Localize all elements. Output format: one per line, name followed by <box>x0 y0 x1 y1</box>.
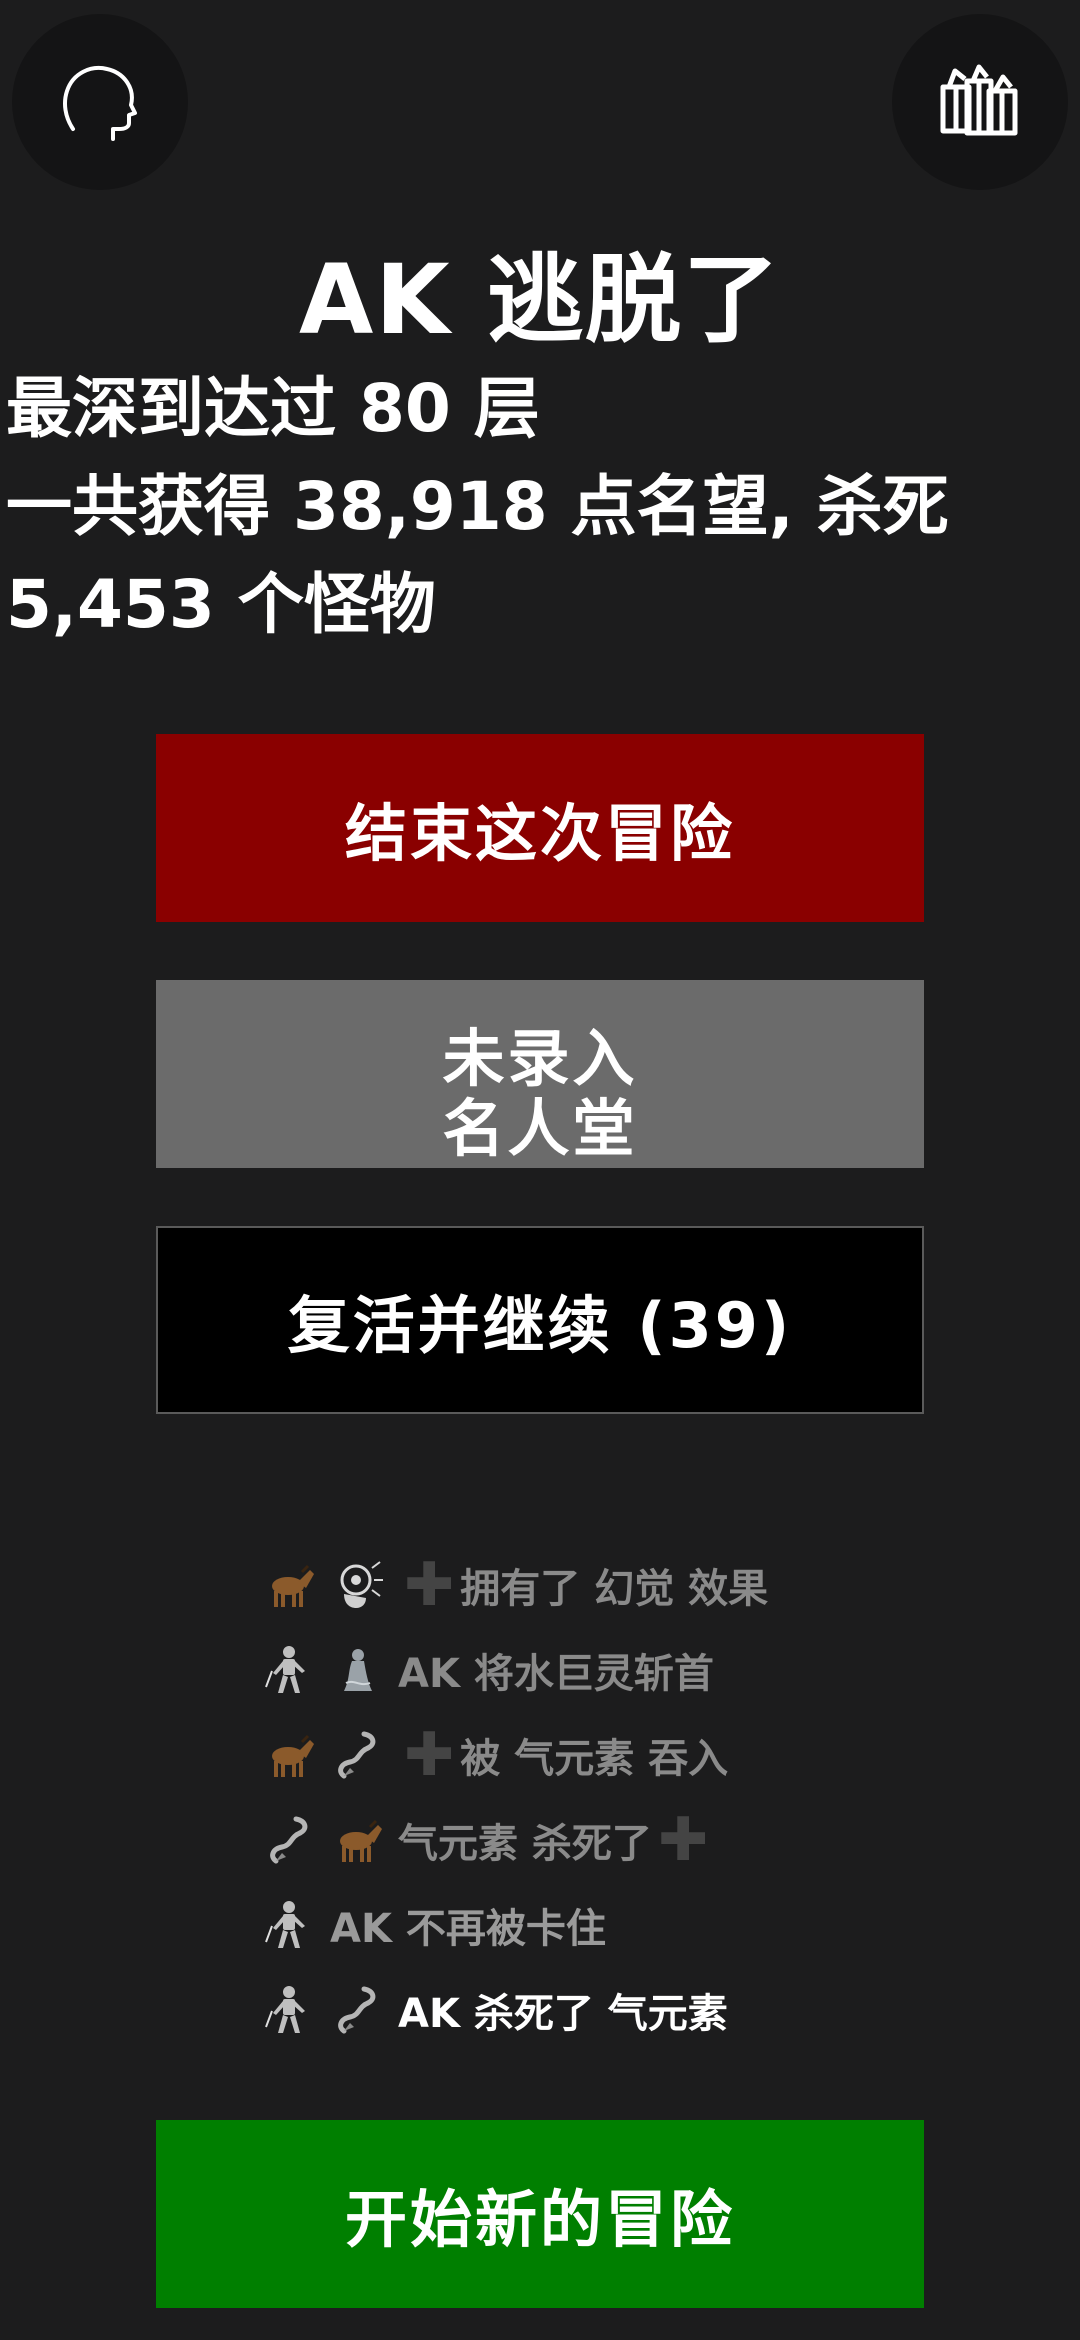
log-entry: AK 不再被卡住 <box>262 1882 882 1967</box>
knight-icon <box>262 1894 316 1956</box>
new-adventure-button[interactable]: 开始新的冒险 <box>156 2120 924 2308</box>
log-entry-text: AK 杀死了 气元素 <box>398 1990 728 2037</box>
log-entry-text: AK 将水巨灵斩首 <box>398 1650 714 1697</box>
head-profile-icon <box>63 66 137 141</box>
fame-kills-text: 一共获得 38,918 点名望, 杀死 <box>6 468 949 545</box>
log-entry: AK 杀死了 气元素 <box>262 1967 882 2052</box>
air-elemental-icon <box>262 1809 316 1871</box>
log-entry: ✚ 被 气元素 吞入 <box>262 1712 882 1797</box>
revive-continue-button[interactable]: 复活并继续 (39) <box>156 1226 924 1414</box>
log-entry-text: AK 不再被卡住 <box>330 1905 606 1952</box>
air-elemental-icon <box>330 1979 384 2041</box>
monster-count-text: 5,453 个怪物 <box>6 566 436 643</box>
page-title: AK 逃脱了 <box>298 244 782 356</box>
knight-icon <box>262 1639 316 1701</box>
deepest-floor-text: 最深到达过 80 层 <box>6 370 540 447</box>
hall-of-fame-line1: 未录入 <box>442 1022 638 1095</box>
plus-icon: ✚ <box>657 1804 709 1875</box>
log-entry: 气元素 杀死了 ✚ <box>262 1797 882 1882</box>
event-log: ✚ 拥有了 幻觉 效果 AK 将水巨灵斩首 ✚ 被 气元素 吞入 气元素 杀死了 ✚ AK 不… <box>262 1542 882 2052</box>
log-entry: AK 将水巨灵斩首 <box>262 1627 882 1712</box>
log-entry-text: 气元素 杀死了 <box>398 1820 652 1867</box>
log-entry-text: 拥有了 幻觉 效果 <box>460 1565 769 1612</box>
log-entry: ✚ 拥有了 幻觉 效果 <box>262 1542 882 1627</box>
hall-of-fame-button[interactable]: 未录入 名人堂 <box>156 980 924 1168</box>
log-entry-text: 被 气元素 吞入 <box>460 1735 729 1782</box>
knight-icon <box>262 1979 316 2041</box>
end-adventure-button[interactable]: 结束这次冒险 <box>156 734 924 922</box>
horse-icon <box>330 1809 384 1871</box>
run-summary: 最深到达过 80 层 一共获得 38,918 点名望, 杀死 5,453 个怪物 <box>6 360 1076 654</box>
gifts-button[interactable] <box>892 14 1068 190</box>
gift-boxes-icon <box>940 64 1018 136</box>
plus-icon: ✚ <box>404 1549 455 1620</box>
horse-icon <box>262 1554 316 1616</box>
plus-icon: ✚ <box>404 1719 455 1790</box>
air-elemental-icon <box>330 1724 384 1786</box>
water-elemental-icon <box>330 1639 384 1701</box>
horse-icon <box>262 1724 316 1786</box>
profile-button[interactable] <box>12 14 188 190</box>
game-over-screen: AK 逃脱了 最深到达过 80 层 一共获得 38,918 点名望, 杀死 5,… <box>0 0 1080 2340</box>
mind-blast-icon <box>330 1554 384 1616</box>
hall-of-fame-line2: 名人堂 <box>442 1092 638 1165</box>
